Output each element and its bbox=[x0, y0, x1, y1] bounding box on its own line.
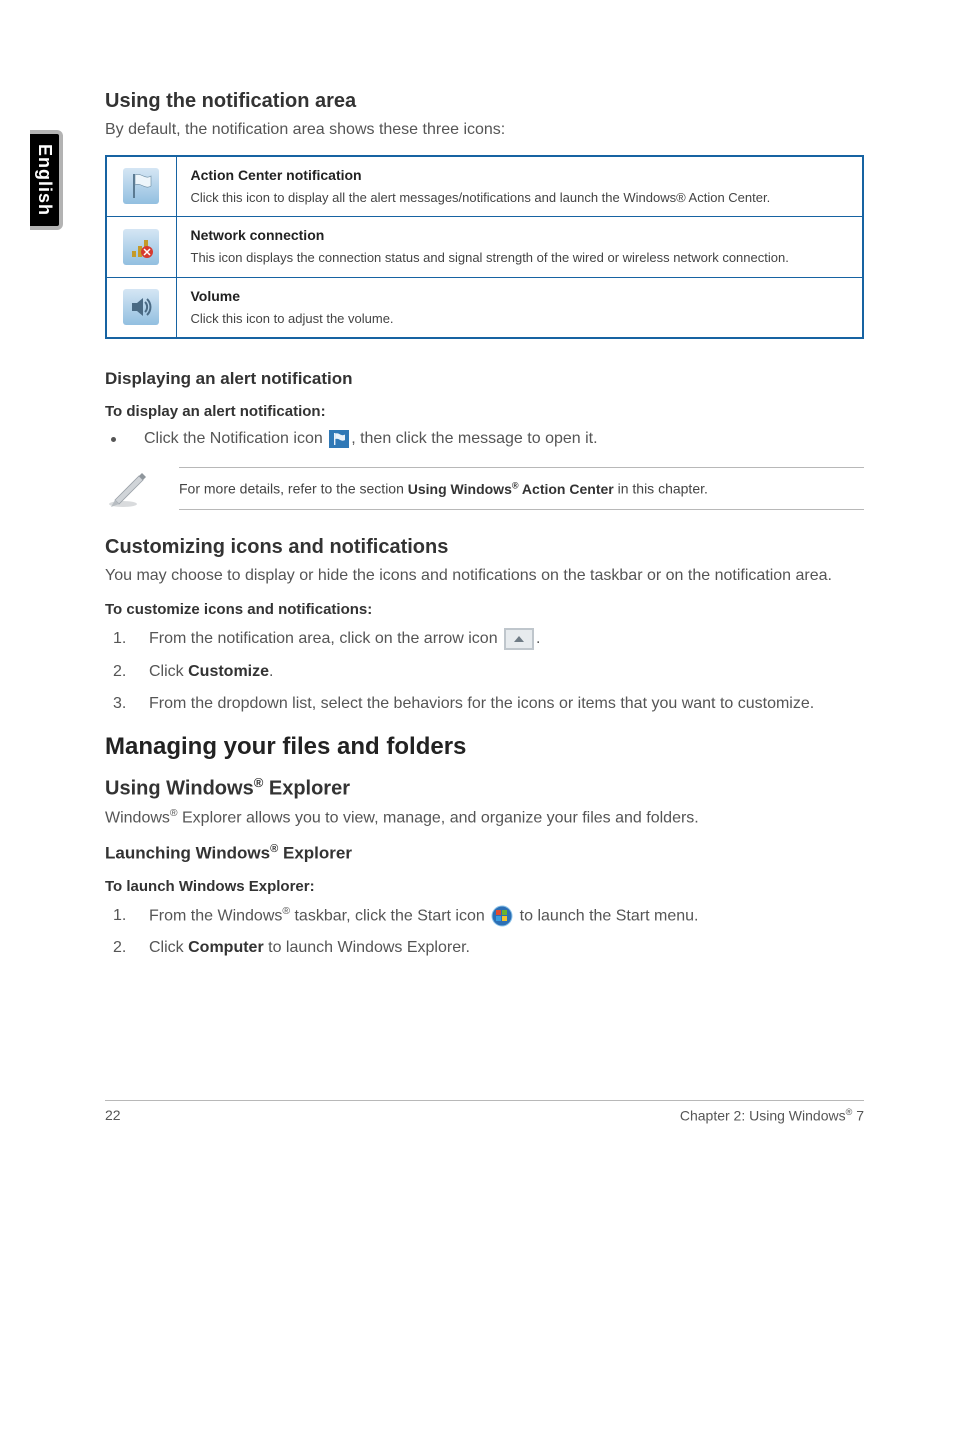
bold-text: Customize bbox=[188, 663, 269, 680]
heading-managing-files: Managing your files and folders bbox=[105, 733, 864, 761]
note-bold: Using Windows® Action Center bbox=[408, 481, 614, 497]
bold-text: Computer bbox=[188, 939, 264, 956]
text-fragment: in this chapter. bbox=[614, 481, 708, 497]
list-item: Click Customize. bbox=[135, 661, 864, 683]
text-fragment: to launch Windows Explorer. bbox=[264, 939, 470, 956]
network-desc-cell: Network connection This icon displays th… bbox=[176, 217, 863, 278]
table-row: Action Center notification Click this ic… bbox=[106, 156, 863, 217]
start-orb-icon bbox=[491, 905, 513, 927]
bold-subheading: To display an alert notification: bbox=[105, 403, 864, 420]
flag-icon bbox=[123, 168, 159, 204]
bullet-text: Click the Notification icon , then click… bbox=[144, 430, 598, 448]
intro-paragraph: By default, the notification area shows … bbox=[105, 119, 864, 141]
page-footer: 22 Chapter 2: Using Windows® 7 bbox=[105, 1100, 864, 1124]
cell-title: Action Center notification bbox=[191, 167, 849, 183]
page-number: 22 bbox=[105, 1107, 121, 1124]
network-icon bbox=[123, 229, 159, 265]
cell-desc: Click this icon to display all the alert… bbox=[191, 189, 849, 207]
text-fragment: Click bbox=[149, 663, 188, 680]
section-heading-notification-area: Using the notification area bbox=[105, 90, 864, 113]
notification-icons-table: Action Center notification Click this ic… bbox=[105, 155, 864, 340]
bullet-item: Click the Notification icon , then click… bbox=[105, 430, 864, 448]
text-fragment: From the notification area, click on the… bbox=[149, 630, 502, 647]
text-fragment: to launch the Start menu. bbox=[515, 907, 698, 924]
list-item: Click Computer to launch Windows Explore… bbox=[135, 937, 864, 959]
text-fragment: For more details, refer to the section bbox=[179, 481, 408, 497]
volume-desc-cell: Volume Click this icon to adjust the vol… bbox=[176, 277, 863, 338]
list-item: From the notification area, click on the… bbox=[135, 628, 864, 651]
list-item: From the dropdown list, select the behav… bbox=[135, 693, 864, 715]
chapter-label: Chapter 2: Using Windows® 7 bbox=[680, 1107, 864, 1124]
subheading-launching-explorer: Launching Windows® Explorer bbox=[105, 843, 864, 864]
action-center-desc-cell: Action Center notification Click this ic… bbox=[176, 156, 863, 217]
flag-icon bbox=[329, 430, 349, 448]
cell-desc: This icon displays the connection status… bbox=[191, 249, 849, 267]
intro-paragraph: You may choose to display or hide the ic… bbox=[105, 565, 864, 587]
volume-icon-cell bbox=[106, 277, 176, 338]
bold-subheading: To customize icons and notifications: bbox=[105, 601, 864, 618]
cell-desc: Click this icon to adjust the volume. bbox=[191, 310, 849, 328]
note-text: For more details, refer to the section U… bbox=[179, 467, 864, 510]
text-fragment: . bbox=[536, 630, 540, 647]
pencil-icon bbox=[105, 466, 149, 510]
list-item: From the Windows® taskbar, click the Sta… bbox=[135, 905, 864, 928]
ordered-list: From the Windows® taskbar, click the Sta… bbox=[105, 905, 864, 960]
text-fragment: . bbox=[269, 663, 273, 680]
ordered-list: From the notification area, click on the… bbox=[105, 628, 864, 715]
arrow-icon bbox=[504, 628, 534, 650]
table-row: Volume Click this icon to adjust the vol… bbox=[106, 277, 863, 338]
bullet-dot-icon bbox=[111, 437, 116, 442]
text-fragment: Click the Notification icon bbox=[144, 430, 327, 447]
table-row: Network connection This icon displays th… bbox=[106, 217, 863, 278]
subheading-displaying-alert: Displaying an alert notification bbox=[105, 369, 864, 389]
page-content: Using the notification area By default, … bbox=[0, 0, 954, 1153]
text-fragment: , then click the message to open it. bbox=[351, 430, 597, 447]
section-heading-customizing: Customizing icons and notifications bbox=[105, 536, 864, 559]
cell-title: Volume bbox=[191, 288, 849, 304]
speaker-icon bbox=[123, 289, 159, 325]
subheading-using-explorer: Using Windows® Explorer bbox=[105, 775, 864, 801]
intro-paragraph: Windows® Explorer allows you to view, ma… bbox=[105, 807, 864, 829]
bold-subheading: To launch Windows Explorer: bbox=[105, 878, 864, 895]
network-icon-cell bbox=[106, 217, 176, 278]
text-fragment: Click bbox=[149, 939, 188, 956]
note-block: For more details, refer to the section U… bbox=[105, 466, 864, 510]
cell-title: Network connection bbox=[191, 227, 849, 243]
action-center-icon-cell bbox=[106, 156, 176, 217]
